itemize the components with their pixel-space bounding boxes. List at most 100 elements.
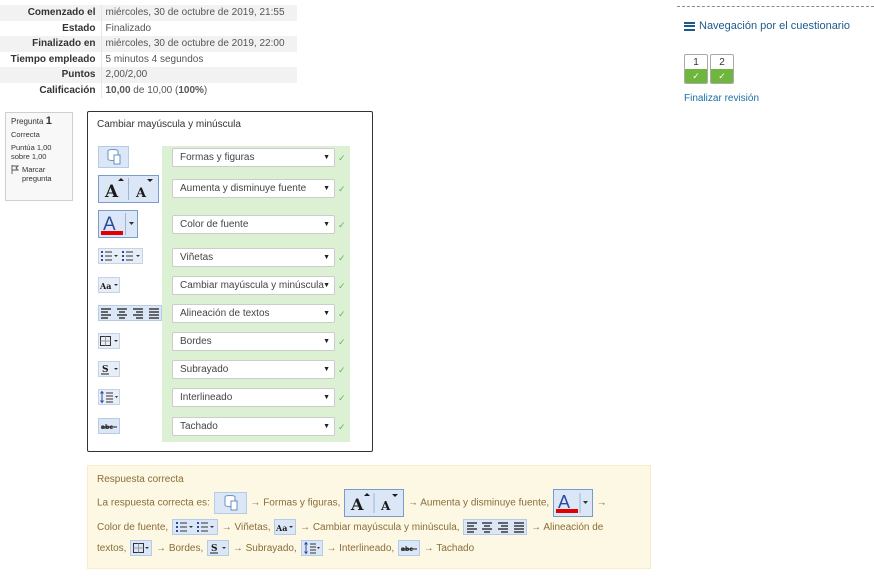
feedback-item: Bordes, (168, 543, 204, 554)
arrow: → (221, 522, 232, 533)
question-score: Puntúa 1,00 sobre 1,00 (11, 143, 52, 161)
summary-value: miércoles, 30 de octubre de 2019, 22:00 (100, 36, 297, 52)
answer-select-value: Cambiar mayúscula y minúscula (180, 280, 324, 291)
quiz-navigation-title: Navegación por el cuestionario (684, 20, 850, 32)
quiz-navigation-block: Navegación por el cuestionario 1 ✓ 2 ✓ F… (677, 6, 874, 116)
svg-text:A: A (350, 495, 364, 514)
grade-value: 10,00 de 10,00 (100%) (100, 82, 297, 98)
text-align-icon (463, 519, 528, 536)
check-icon: ✓ (685, 69, 707, 83)
flag-icon (11, 165, 19, 174)
shapes-icon (213, 492, 247, 514)
dropdown-arrow-icon: ▼ (323, 221, 330, 228)
quiz-navigation-label: Navegación por el cuestionario (699, 20, 851, 32)
svg-text:A: A (380, 499, 391, 513)
question-nav-number: 1 (693, 57, 699, 68)
question-info-panel: Pregunta 1 Correcta Puntúa 1,00 sobre 1,… (5, 112, 73, 201)
text-align-icon (98, 305, 162, 324)
summary-label: Calificación (39, 84, 96, 96)
flag-question-label: Marcar pregunta (22, 165, 52, 183)
grade-bold: 10,00 (105, 84, 131, 96)
summary-value: 5 minutos 4 segundos (100, 51, 297, 67)
dropdown-arrow-icon: ▼ (323, 310, 330, 317)
feedback-item: textos, (97, 543, 127, 554)
dropdown-arrow-icon: ▼ (323, 423, 330, 430)
answer-select[interactable]: Tachado ▼ (172, 417, 335, 436)
line-spacing-icon (98, 389, 120, 408)
question-nav-button-1[interactable]: 1 ✓ (684, 54, 708, 84)
answer-select[interactable]: Viñetas ▼ (172, 248, 335, 267)
check-icon: ✓ (338, 309, 346, 319)
feedback-body: La respuesta correcta es: → Formas y fig… (97, 489, 641, 559)
question-prefix: Pregunta (11, 117, 44, 126)
check-icon: ✓ (338, 253, 346, 263)
check-icon: ✓ (338, 365, 346, 375)
dropdown-arrow-icon: ▼ (323, 338, 330, 345)
question-text: Cambiar mayúscula y minúscula (97, 119, 241, 130)
arrow: → (300, 522, 311, 533)
summary-label: Estado (62, 22, 96, 34)
dropdown-arrow-icon: ▼ (323, 154, 330, 161)
summary-row: Calificación 10,00 de 10,00 (100%) (0, 82, 297, 98)
check-icon: ✓ (338, 422, 346, 432)
summary-label: Comenzado el (0, 5, 101, 21)
question-nav-button-2[interactable]: 2 ✓ (710, 54, 734, 84)
svg-text:Aa: Aa (275, 523, 287, 533)
arrow: → (596, 497, 607, 509)
strikethrough-icon: abc (98, 418, 120, 437)
underline-icon: S (98, 361, 120, 380)
check-icon: ✓ (338, 337, 346, 347)
summary-row: Puntos 2,00/2,00 (0, 67, 297, 83)
attempt-summary-table: Comenzado el miércoles, 30 de octubre de… (0, 5, 297, 98)
answer-select-value: Alineación de textos (180, 308, 270, 319)
summary-label: Puntos (0, 67, 101, 83)
arrow: → (250, 497, 261, 509)
font-size-icon: AA (98, 175, 159, 206)
summary-row: Tiempo empleado 5 minutos 4 segundos (0, 51, 297, 67)
check-icon: ✓ (338, 220, 346, 230)
grade-end: ) (203, 84, 208, 96)
feedback-intro: La respuesta correcta es: (97, 497, 210, 509)
arrow: → (423, 543, 434, 554)
summary-row: Comenzado el miércoles, 30 de octubre de… (0, 5, 297, 21)
feedback-item: Color de fuente, (97, 522, 169, 533)
shapes-icon (98, 146, 129, 171)
answer-select-value: Color de fuente (180, 219, 249, 230)
answer-select[interactable]: Subrayado ▼ (172, 360, 335, 379)
answer-select[interactable]: Alineación de textos ▼ (172, 304, 335, 323)
font-color-icon: A (98, 210, 138, 241)
question-nav-number: 2 (719, 57, 725, 68)
answer-select[interactable]: Formas y figuras ▼ (172, 148, 335, 167)
svg-text:Aa: Aa (99, 281, 111, 291)
font-color-icon: A (552, 489, 593, 517)
answer-select-value: Subrayado (180, 364, 229, 375)
answer-select-value: Aumenta y disminuye fuente (180, 183, 307, 194)
answer-select[interactable]: Color de fuente ▼ (172, 215, 335, 234)
summary-value: miércoles, 30 de octubre de 2019, 21:55 (100, 5, 297, 21)
feedback-item: Viñetas, (234, 522, 271, 533)
answer-select[interactable]: Bordes ▼ (172, 332, 335, 351)
answer-select[interactable]: Aumenta y disminuye fuente ▼ (172, 179, 335, 198)
dropdown-arrow-icon: ▼ (323, 366, 330, 373)
answer-select[interactable]: Interlineado ▼ (172, 388, 335, 407)
flag-question-link[interactable]: Marcar pregunta (11, 165, 67, 183)
finish-review-link[interactable]: Finalizar revisión (684, 93, 759, 104)
dropdown-arrow-icon: ▼ (323, 254, 330, 261)
borders-icon (98, 333, 120, 352)
dropdown-arrow-icon: ▼ (323, 282, 330, 289)
summary-row: Estado Finalizado (0, 20, 297, 36)
answer-select[interactable]: Cambiar mayúscula y minúscula ▼ (172, 276, 335, 295)
change-case-icon: Aa (274, 519, 297, 536)
bullets-icon (98, 248, 143, 267)
check-icon: ✓ (338, 281, 346, 291)
answer-select-value: Interlineado (180, 392, 233, 403)
question-state: Correcta (11, 130, 40, 139)
summary-row: Finalizado en miércoles, 30 de octubre d… (0, 36, 297, 52)
arrow: → (531, 522, 542, 533)
menu-icon (684, 21, 695, 31)
borders-icon (130, 540, 153, 557)
svg-text:A: A (135, 186, 147, 201)
feedback-item: Aumenta y disminuye fuente, (420, 497, 550, 509)
strikethrough-icon: abc (397, 540, 420, 557)
svg-text:A: A (104, 182, 119, 202)
